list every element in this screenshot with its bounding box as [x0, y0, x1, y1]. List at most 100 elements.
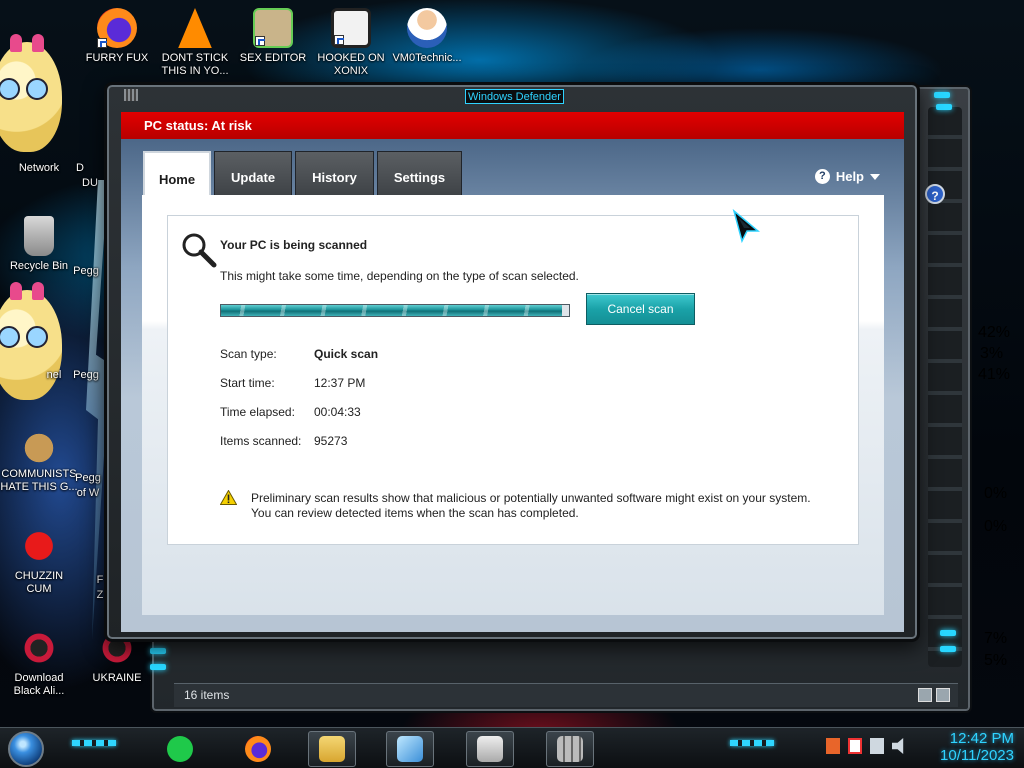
partial-label: Pegg — [73, 265, 99, 277]
desktop-icon-label: COMMUNISTS HATE THIS G... — [0, 468, 78, 493]
notes-icon — [167, 736, 193, 762]
recycle-bin-icon — [24, 216, 54, 256]
detail-key: Start time: — [220, 376, 275, 390]
chevron-down-icon — [870, 173, 880, 180]
file-explorer-icon — [319, 736, 345, 762]
detail-key: Time elapsed: — [220, 405, 295, 419]
printer-icon — [477, 736, 503, 762]
desktop-icon-label: VM0Technic... — [392, 52, 462, 64]
tab-update[interactable]: Update — [214, 151, 293, 195]
warning-line: You can review detected items when the s… — [251, 506, 579, 520]
scan-progress-fill — [221, 305, 563, 316]
desktop-icon-communists[interactable]: COMMUNISTS HATE THIS G... — [0, 424, 78, 494]
action-center-icon[interactable] — [848, 738, 862, 754]
detail-value: 12:37 PM — [314, 376, 366, 390]
detail-row: Scan type: Quick scan — [220, 347, 378, 376]
taskbar-defender[interactable] — [546, 731, 594, 767]
warning-line: Preliminary scan results show that malic… — [251, 491, 811, 505]
scan-heading: Your PC is being scanned — [220, 238, 368, 252]
taskbar-printer[interactable] — [466, 731, 514, 767]
details-view-icon[interactable] — [918, 688, 932, 702]
volume-icon[interactable] — [892, 738, 904, 754]
preliminary-results-warning: Preliminary scan results show that malic… — [251, 491, 841, 521]
defender-content: PC status: At risk Home Update History S… — [121, 112, 904, 632]
item-count: 16 items — [184, 688, 230, 702]
maze-game-icon — [331, 8, 371, 48]
defender-tabs: Home Update History Settings — [143, 151, 463, 195]
clock-date: 10/11/2023 — [940, 747, 1014, 764]
explorer-statusbar: 16 items — [174, 683, 958, 707]
rail-readout: 41% — [978, 366, 1011, 383]
rail-readout: 7% — [984, 630, 1008, 647]
desktop-icon-download-black-ali[interactable]: Download Black Ali... — [0, 628, 78, 698]
desktop-icon-label: SEX EDITOR — [239, 52, 307, 64]
frame-led — [934, 92, 950, 98]
flash-icon[interactable] — [826, 738, 840, 754]
network-icon[interactable] — [870, 738, 884, 754]
frame-led — [940, 630, 956, 636]
money-bag-icon — [19, 424, 59, 464]
taskbar-clock[interactable]: 12:42 PM 10/11/2023 — [940, 730, 1014, 764]
home-panel: Your PC is being scanned This might take… — [142, 195, 884, 615]
pen-icon — [397, 736, 423, 762]
explorer-help-icon[interactable]: ? — [925, 184, 945, 204]
start-button[interactable] — [8, 731, 44, 767]
tiles-view-icon[interactable] — [936, 688, 950, 702]
desktop-icon-chuzzin[interactable]: CHUZZIN CUM — [0, 526, 78, 596]
scan-panel: Your PC is being scanned This might take… — [167, 215, 859, 545]
scan-details: Scan type: Quick scan Start time: 12:37 … — [220, 347, 378, 463]
frame-led — [936, 104, 952, 110]
firefox-icon — [97, 8, 137, 48]
detail-row: Items scanned: 95273 — [220, 434, 378, 463]
desktop-icon-label: DONT STICK THIS IN YO... — [161, 52, 229, 77]
detail-key: Scan type: — [220, 347, 277, 361]
cancel-scan-button[interactable]: Cancel scan — [586, 293, 695, 325]
frame-led — [940, 646, 956, 652]
partial-label: D — [76, 162, 84, 174]
partial-label: of W — [76, 487, 100, 499]
mouse-cursor-icon — [732, 209, 760, 243]
taskbar-pen-app[interactable] — [386, 731, 434, 767]
doctor-icon — [407, 8, 447, 48]
desktop-icon-vm0technic[interactable]: VM0Technic... — [388, 8, 466, 65]
help-menu[interactable]: ? Help — [814, 169, 880, 184]
desktop-icon-label: Download Black Ali... — [13, 672, 65, 697]
vlc-icon — [178, 8, 212, 48]
system-tray — [826, 738, 906, 754]
tab-home[interactable]: Home — [143, 151, 211, 195]
taskbar-led — [730, 740, 774, 746]
frame-led — [150, 664, 166, 670]
fuzzball-icon — [19, 526, 59, 566]
help-label: Help — [835, 169, 864, 184]
detail-key: Items scanned: — [220, 434, 302, 448]
desktop-icon-label: HOOKED ON XONIX — [317, 52, 385, 77]
desktop-icon-label: CHUZZIN CUM — [14, 570, 64, 595]
firefox-icon — [245, 736, 271, 762]
rail-readout: 5% — [984, 652, 1008, 669]
desktop-icon-label: UKRAINE — [92, 672, 142, 684]
detail-row: Start time: 12:37 PM — [220, 376, 378, 405]
help-icon: ? — [814, 169, 830, 184]
desktop-icon-sex-editor[interactable]: SEX EDITOR — [234, 8, 312, 65]
taskbar-firefox[interactable] — [234, 731, 282, 767]
warning-icon — [220, 490, 237, 505]
tab-history[interactable]: History — [295, 151, 374, 195]
rail-readout: 0% — [984, 518, 1008, 535]
desktop-icon-hooked-on-xonix[interactable]: HOOKED ON XONIX — [312, 8, 390, 78]
desktop-icon-furry-fux[interactable]: FURRY FUX — [78, 8, 156, 65]
defender-window-title: Windows Defender — [465, 89, 564, 104]
tab-settings[interactable]: Settings — [376, 151, 463, 195]
detail-value: 00:04:33 — [314, 405, 361, 419]
alien-icon — [19, 628, 59, 668]
defender-icon — [557, 736, 583, 762]
rail-readout: 3% — [980, 345, 1004, 362]
detail-row: Time elapsed: 00:04:33 — [220, 405, 378, 434]
defender-app-icon — [124, 89, 138, 101]
scan-progress-bar — [220, 304, 570, 317]
taskbar-led — [72, 740, 116, 746]
taskbar-file-explorer[interactable] — [308, 731, 356, 767]
desktop-icon-dont-stick[interactable]: DONT STICK THIS IN YO... — [156, 8, 234, 78]
detail-value: 95273 — [314, 434, 348, 448]
partial-label: Pegg — [73, 369, 99, 381]
taskbar-notes[interactable] — [156, 731, 204, 767]
